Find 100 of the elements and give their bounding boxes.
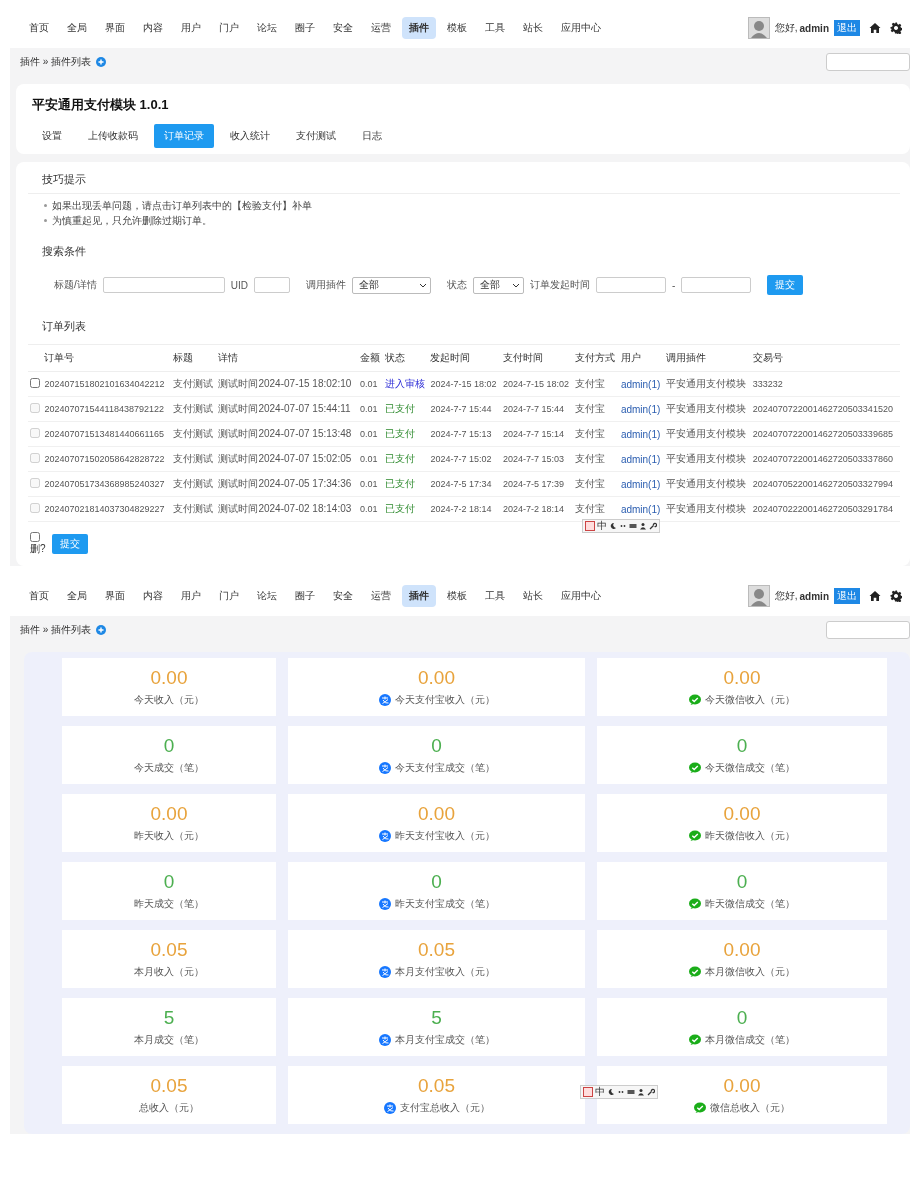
nav-item[interactable]: 内容	[136, 17, 170, 39]
nav-item[interactable]: 工具	[478, 585, 512, 607]
nav-item[interactable]: 模板	[440, 17, 474, 39]
keyboard-icon[interactable]	[629, 522, 637, 530]
nav-item[interactable]: 运营	[364, 585, 398, 607]
logout-link[interactable]: 退出	[834, 588, 860, 604]
nav-item[interactable]: 站长	[516, 17, 550, 39]
table-cell: 2024-7-7 15:44	[430, 404, 492, 414]
nav-item[interactable]: 运营	[364, 17, 398, 39]
logout-link[interactable]: 退出	[834, 20, 860, 36]
start-date-field[interactable]	[596, 277, 666, 293]
bullet-icon	[44, 219, 47, 222]
nav-item[interactable]: 首页	[22, 585, 56, 607]
home-icon[interactable]	[869, 590, 881, 602]
status-select[interactable]: 全部	[473, 276, 524, 294]
stat-value: 0.00	[150, 667, 188, 689]
table-cell: 支付测试	[172, 403, 213, 414]
table-cell: 测试时间2024-07-02 18:14:03	[218, 503, 352, 514]
status-text: 已支付	[384, 428, 415, 439]
table-cell: 平安通用支付模块	[665, 453, 746, 464]
stat-label: 本月收入（元）	[134, 965, 204, 979]
uid-input-field[interactable]	[254, 277, 290, 293]
tab[interactable]: 日志	[352, 124, 392, 148]
field-label: 调用插件	[306, 278, 346, 292]
table-cell: 支付宝	[575, 478, 606, 489]
nav-item[interactable]: 插件	[402, 585, 436, 607]
delete-checkbox[interactable]	[30, 532, 40, 542]
user-link[interactable]: admin(1)	[620, 378, 661, 390]
stat-value: 0	[163, 871, 175, 893]
nav-item[interactable]: 站长	[516, 585, 550, 607]
nav-item[interactable]: 安全	[326, 585, 360, 607]
nav-item[interactable]: 圈子	[288, 585, 322, 607]
stat-label: 昨天支付宝收入（元）	[394, 829, 495, 843]
plugin-title: 平安通用支付模块 1.0.1	[32, 96, 170, 114]
table-cell: 202407021814037304829227	[44, 504, 165, 514]
search-field[interactable]	[826, 621, 910, 639]
moon-icon[interactable]	[609, 522, 617, 530]
search-field[interactable]	[826, 53, 910, 71]
nav-item[interactable]: 内容	[136, 585, 170, 607]
keyboard-icon[interactable]	[627, 1088, 635, 1096]
title-input-field[interactable]	[102, 277, 225, 293]
add-icon[interactable]	[96, 57, 107, 67]
nav-item[interactable]: 应用中心	[554, 17, 608, 39]
tab[interactable]: 设置	[32, 124, 72, 148]
nav-item[interactable]: 圈子	[288, 17, 322, 39]
nav-item[interactable]: 模板	[440, 585, 474, 607]
stat-label: 昨天收入（元）	[134, 829, 204, 843]
wrench-icon[interactable]	[647, 1088, 655, 1096]
tab[interactable]: 收入统计	[220, 124, 280, 148]
ime-logo-icon[interactable]	[585, 521, 595, 531]
stat-value: 0.00	[723, 667, 761, 689]
end-date-field[interactable]	[681, 277, 752, 293]
tab[interactable]: 上传收款码	[78, 124, 148, 148]
ime-logo-icon[interactable]	[583, 1087, 593, 1097]
stat-label: 支付宝总收入（元）	[399, 1101, 490, 1115]
dots-icon[interactable]	[619, 522, 627, 530]
tab[interactable]: 支付测试	[286, 124, 346, 148]
nav-item[interactable]: 应用中心	[554, 585, 608, 607]
add-icon[interactable]	[96, 625, 107, 635]
dots-icon[interactable]	[617, 1088, 625, 1096]
avatar-icon[interactable]	[747, 17, 770, 39]
stat-value: 0	[431, 735, 442, 757]
nav-item[interactable]: 门户	[212, 17, 246, 39]
nav-item[interactable]: 用户	[174, 585, 208, 607]
ime-mode-text[interactable]: 中	[595, 1087, 605, 1097]
nav-item[interactable]: 安全	[326, 17, 360, 39]
table-cell: 0.01	[360, 504, 378, 514]
nav-item[interactable]: 插件	[402, 17, 436, 39]
settings-icon[interactable]	[890, 590, 902, 602]
person-icon[interactable]	[637, 1088, 645, 1096]
table-cell: 2024-7-5 17:34	[430, 479, 492, 489]
nav-item[interactable]: 论坛	[250, 585, 284, 607]
table-cell: 测试时间2024-07-07 15:13:48	[218, 428, 352, 439]
stat-label: 今天收入（元）	[134, 693, 204, 707]
row-checkbox[interactable]	[30, 378, 40, 388]
table-cell: 2024070222001462720503291784	[752, 504, 893, 514]
home-icon[interactable]	[869, 22, 881, 34]
moon-icon[interactable]	[607, 1088, 615, 1096]
person-icon[interactable]	[639, 522, 647, 530]
stat-label: 今天微信收入（元）	[705, 693, 795, 707]
wechat-icon	[689, 966, 701, 978]
stat-value: 0	[736, 871, 748, 893]
nav-item[interactable]: 论坛	[250, 17, 284, 39]
stat-value: 0.00	[723, 1075, 761, 1097]
settings-icon[interactable]	[890, 22, 902, 34]
nav-item[interactable]: 全局	[60, 17, 94, 39]
ime-mode-text[interactable]: 中	[597, 521, 607, 531]
user-name: admin	[799, 22, 829, 34]
nav-item[interactable]: 用户	[174, 17, 208, 39]
avatar-icon[interactable]	[747, 585, 770, 607]
nav-item[interactable]: 界面	[98, 17, 132, 39]
nav-item[interactable]: 工具	[478, 17, 512, 39]
plugin-select[interactable]: 全部	[352, 276, 431, 294]
nav-item[interactable]: 全局	[60, 585, 94, 607]
wrench-icon[interactable]	[649, 522, 657, 530]
nav-item[interactable]: 界面	[98, 585, 132, 607]
nav-item[interactable]: 首页	[22, 17, 56, 39]
nav-item[interactable]: 门户	[212, 585, 246, 607]
table-cell: 2024-7-7 15:03	[502, 454, 564, 464]
table-cell: 支付测试	[172, 378, 213, 389]
